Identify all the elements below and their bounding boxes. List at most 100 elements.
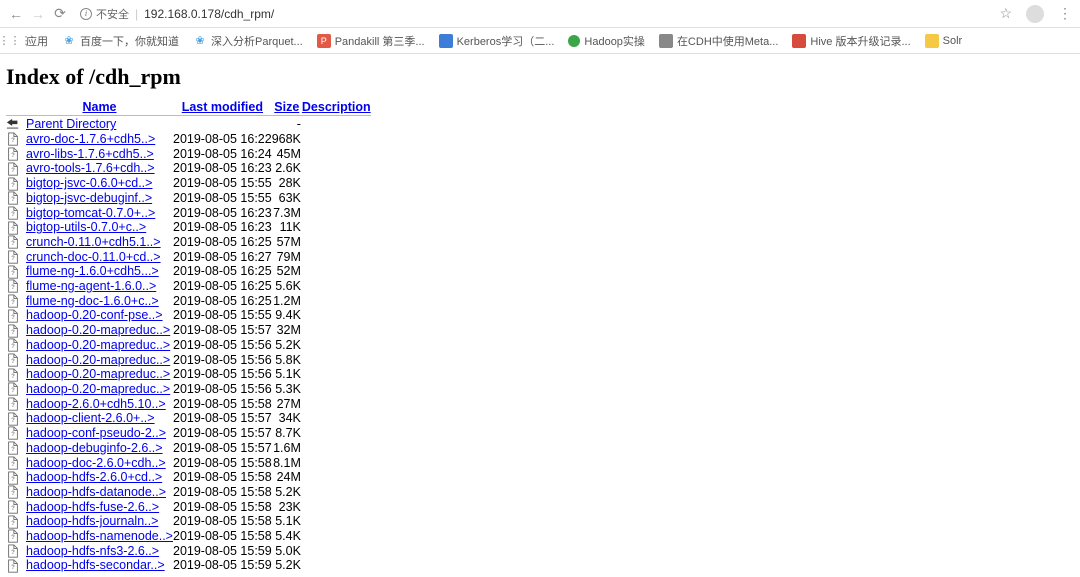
file-row: ?hadoop-0.20-conf-pse..>2019-08-05 15:55… xyxy=(6,308,371,323)
col-size[interactable]: Size xyxy=(274,100,299,114)
file-row: ?hadoop-0.20-mapreduc..>2019-08-05 15:56… xyxy=(6,338,371,353)
bookmark-item[interactable]: Hive 版本升级记录... xyxy=(792,33,910,49)
file-link[interactable]: crunch-doc-0.11.0+cd..> xyxy=(26,250,161,264)
svg-text:?: ? xyxy=(11,520,15,527)
file-size: 2.6K xyxy=(272,161,302,176)
file-row: ? hadoop-hdfs-secondar..> 2019-08-05 15:59… xyxy=(6,558,371,573)
bookmark-item[interactable]: Kerberos学习（二... xyxy=(439,33,555,49)
bookmark-star-icon[interactable]: ☆ xyxy=(999,5,1012,22)
profile-avatar[interactable] xyxy=(1026,5,1044,23)
file-size: 11K xyxy=(272,220,302,235)
file-link[interactable]: hadoop-hdfs-datanode..> xyxy=(26,485,166,499)
file-link[interactable]: hadoop-hdfs-2.6.0+cd..> xyxy=(26,470,162,484)
file-link[interactable]: hadoop-conf-pseudo-2..> xyxy=(26,426,166,440)
file-link[interactable]: bigtop-tomcat-0.7.0+..> xyxy=(26,206,155,220)
file-row: ?hadoop-2.6.0+cdh5.10..>2019-08-05 15:58… xyxy=(6,396,371,411)
apps-label: 应用 xyxy=(26,33,48,49)
file-link[interactable]: hadoop-0.20-mapreduc..> xyxy=(26,353,170,367)
file-icon: ? xyxy=(6,177,20,191)
file-icon: ? xyxy=(6,338,20,352)
file-link[interactable]: hadoop-hdfs-namenode..> xyxy=(26,529,173,543)
file-row: ?hadoop-doc-2.6.0+cdh..>2019-08-05 15:58… xyxy=(6,455,371,470)
svg-text:?: ? xyxy=(11,226,15,233)
file-link[interactable]: hadoop-hdfs-journaln..> xyxy=(26,514,158,528)
file-link[interactable]: bigtop-utils-0.7.0+c..> xyxy=(26,220,146,234)
reload-button[interactable]: ⟳ xyxy=(52,5,68,22)
file-link[interactable]: hadoop-0.20-mapreduc..> xyxy=(26,338,170,352)
file-modified: 2019-08-05 15:59 xyxy=(173,558,272,573)
file-link[interactable]: crunch-0.11.0+cdh5.1..> xyxy=(26,235,161,249)
file-size: - xyxy=(272,117,302,132)
file-link[interactable]: hadoop-hdfs-fuse-2.6..> xyxy=(26,500,159,514)
file-modified: 2019-08-05 16:25 xyxy=(173,235,272,250)
svg-text:?: ? xyxy=(11,564,15,571)
file-row: ?hadoop-client-2.6.0+..>2019-08-05 15:57… xyxy=(6,411,371,426)
file-link[interactable]: avro-libs-1.7.6+cdh5..> xyxy=(26,147,154,161)
file-link[interactable]: flume-ng-agent-1.6.0..> xyxy=(26,279,156,293)
col-name[interactable]: Name xyxy=(82,100,116,114)
file-row: ?bigtop-jsvc-debuginf..>2019-08-05 15:55… xyxy=(6,191,371,206)
file-size: 5.0K xyxy=(272,543,302,558)
bookmark-item[interactable]: ❀百度一下，你就知道 xyxy=(62,33,179,49)
file-icon: ? xyxy=(6,294,20,308)
file-icon: ? xyxy=(6,265,20,279)
file-icon: ? xyxy=(6,309,20,323)
file-icon: ? xyxy=(6,471,20,485)
file-modified: 2019-08-05 16:25 xyxy=(173,293,272,308)
file-icon: ? xyxy=(6,147,20,161)
bookmark-icon xyxy=(925,34,939,48)
file-link[interactable]: bigtop-jsvc-0.6.0+cd..> xyxy=(26,176,152,190)
file-size: 52M xyxy=(272,264,302,279)
menu-icon[interactable]: ⋮ xyxy=(1058,5,1072,22)
file-link[interactable]: avro-tools-1.7.6+cdh..> xyxy=(26,161,155,175)
file-row: ?hadoop-conf-pseudo-2..>2019-08-05 15:57… xyxy=(6,426,371,441)
file-size: 23K xyxy=(272,499,302,514)
address-bar[interactable]: i 不安全 | 192.168.0.178/cdh_rpm/ xyxy=(80,3,991,25)
parent-directory-link[interactable]: Parent Directory xyxy=(26,117,116,131)
file-link[interactable]: hadoop-doc-2.6.0+cdh..> xyxy=(26,456,166,470)
file-link[interactable]: hadoop-client-2.6.0+..> xyxy=(26,411,155,425)
file-link[interactable]: flume-ng-1.6.0+cdh5...> xyxy=(26,264,159,278)
apps-button[interactable]: ⋮⋮⋮ 应用 xyxy=(8,33,48,49)
file-link[interactable]: hadoop-0.20-mapreduc..> xyxy=(26,323,170,337)
svg-text:?: ? xyxy=(11,343,15,350)
file-link[interactable]: hadoop-0.20-mapreduc..> xyxy=(26,367,170,381)
bookmark-item[interactable]: 在CDH中使用Meta... xyxy=(659,33,778,49)
svg-text:?: ? xyxy=(11,505,15,512)
bookmark-item[interactable]: ❀深入分析Parquet... xyxy=(193,33,303,49)
col-desc[interactable]: Description xyxy=(302,100,371,114)
col-modified[interactable]: Last modified xyxy=(182,100,263,114)
back-button[interactable]: ← xyxy=(8,6,24,22)
file-link[interactable]: avro-doc-1.7.6+cdh5..> xyxy=(26,132,155,146)
file-icon: ? xyxy=(6,353,20,367)
file-link[interactable]: hadoop-0.20-mapreduc..> xyxy=(26,382,170,396)
file-row: ?hadoop-hdfs-namenode..>2019-08-05 15:58… xyxy=(6,529,371,544)
file-size: 24M xyxy=(272,470,302,485)
file-link[interactable]: flume-ng-doc-1.6.0+c..> xyxy=(26,294,159,308)
file-size: 7.3M xyxy=(272,205,302,220)
file-modified: 2019-08-05 15:59 xyxy=(173,543,272,558)
file-modified: 2019-08-05 16:23 xyxy=(173,205,272,220)
svg-text:?: ? xyxy=(11,240,15,247)
file-link[interactable]: hadoop-hdfs-nfs3-2.6..> xyxy=(26,544,159,558)
file-row: ? flume-ng-doc-1.6.0+c..> 2019-08-05 16:25… xyxy=(6,293,371,308)
file-size: 8.1M xyxy=(272,455,302,470)
bookmark-label: Hive 版本升级记录... xyxy=(810,33,910,49)
file-icon: ? xyxy=(6,324,20,338)
bookmark-item[interactable]: Solr xyxy=(925,34,963,48)
bookmark-item[interactable]: Hadoop实操 xyxy=(568,33,645,49)
file-row: ?bigtop-jsvc-0.6.0+cd..>2019-08-05 15:55… xyxy=(6,176,371,191)
bookmark-label: 在CDH中使用Meta... xyxy=(677,33,778,49)
file-link[interactable]: bigtop-jsvc-debuginf..> xyxy=(26,191,152,205)
forward-button[interactable]: → xyxy=(30,6,46,22)
file-modified: 2019-08-05 15:57 xyxy=(173,323,272,338)
security-indicator[interactable]: i 不安全 xyxy=(80,6,129,22)
svg-text:?: ? xyxy=(11,432,15,439)
file-link[interactable]: hadoop-hdfs-secondar..> xyxy=(26,558,165,572)
file-link[interactable]: hadoop-debuginfo-2.6..> xyxy=(26,441,163,455)
bookmark-label: 百度一下，你就知道 xyxy=(80,33,179,49)
file-link[interactable]: hadoop-2.6.0+cdh5.10..> xyxy=(26,397,166,411)
file-icon: ? xyxy=(6,206,20,220)
bookmark-item[interactable]: PPandakill 第三季... xyxy=(317,33,425,49)
file-link[interactable]: hadoop-0.20-conf-pse..> xyxy=(26,308,163,322)
